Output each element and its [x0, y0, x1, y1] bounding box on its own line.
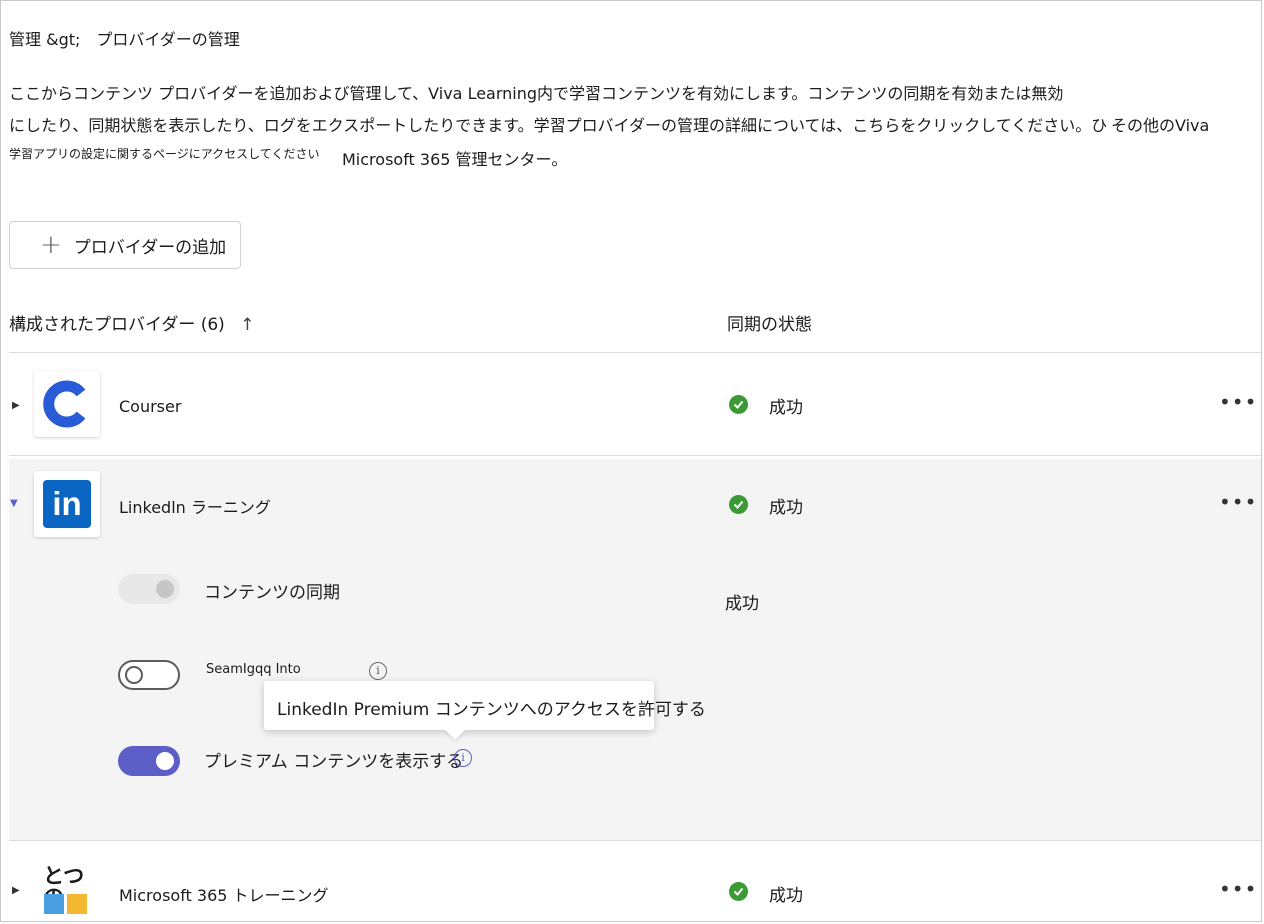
content-sync-status: 成功 [725, 594, 759, 614]
provider-name: Microsoft 365 トレーニング [119, 886, 329, 905]
provider-name: Courser [119, 397, 182, 416]
premium-content-label: プレミアム コンテンツを表示する [204, 752, 464, 772]
seamless-label: SeamIgqq Into [206, 662, 301, 677]
tooltip-text: LinkedIn Premium コンテンツへのアクセスを許可する [277, 700, 706, 720]
seamless-toggle[interactable] [118, 660, 180, 690]
arrow-up-icon: ↑ [240, 315, 255, 335]
add-provider-label: プロバイダーの追加 [73, 237, 227, 258]
content-sync-toggle[interactable] [118, 574, 180, 604]
description-line-2: にしたり、同期状態を表示したり、ログをエクスポートしたりできます。学習プロバイダ… [9, 116, 1108, 135]
toggle-knob [156, 752, 174, 770]
more-options-icon[interactable]: ••• [1219, 877, 1257, 901]
success-check-icon [729, 395, 748, 414]
sync-status: 成功 [769, 398, 803, 418]
linkedin-logo: in [34, 471, 100, 537]
tooltip: LinkedIn Premium コンテンツへのアクセスを許可する [264, 681, 706, 740]
divider [9, 352, 1261, 353]
divider [9, 455, 1261, 456]
sync-status: 成功 [769, 498, 803, 518]
toggle-knob [125, 666, 143, 684]
more-options-icon[interactable]: ••• [1219, 390, 1257, 414]
providers-header-label: 構成されたプロバイダー (6) [9, 315, 225, 335]
sync-status: 成功 [769, 886, 803, 906]
success-check-icon [729, 495, 748, 514]
providers-column-header[interactable]: 構成されたプロバイダー (6) ↑ [9, 310, 254, 335]
add-provider-button[interactable]: + プロバイダーの追加 [9, 221, 241, 269]
description-line-2-tail: その他のViva [1111, 116, 1210, 135]
description-line-1: ここからコンテンツ プロバイダーを追加および管理して、Viva Learning… [9, 84, 1064, 103]
content-sync-label: コンテンツの同期 [204, 583, 340, 603]
plus-icon: + [40, 230, 62, 260]
chevron-right-icon[interactable]: ▶ [12, 885, 20, 896]
breadcrumb: 管理 &gt; プロバイダーの管理 [9, 30, 240, 49]
divider [9, 840, 1261, 841]
success-check-icon [729, 882, 748, 901]
toggle-knob [156, 580, 174, 598]
description-line-3-small: 学習アプリの設定に関するページにアクセスしてください [9, 147, 320, 161]
chevron-right-icon[interactable]: ▶ [12, 400, 20, 411]
info-icon[interactable]: i [369, 662, 387, 680]
coursera-logo [34, 371, 100, 437]
info-icon[interactable]: i [454, 749, 472, 767]
provider-name: Linkedln ラーニング [119, 498, 271, 517]
microsoft-365-logo: とつの [34, 858, 100, 920]
chevron-down-icon[interactable]: ▼ [10, 498, 18, 509]
admin-center-link[interactable]: Microsoft 365 管理センター。 [342, 146, 567, 170]
premium-content-toggle[interactable] [118, 746, 180, 776]
status-column-header[interactable]: 同期の状態 [727, 310, 812, 335]
more-options-icon[interactable]: ••• [1219, 490, 1257, 514]
